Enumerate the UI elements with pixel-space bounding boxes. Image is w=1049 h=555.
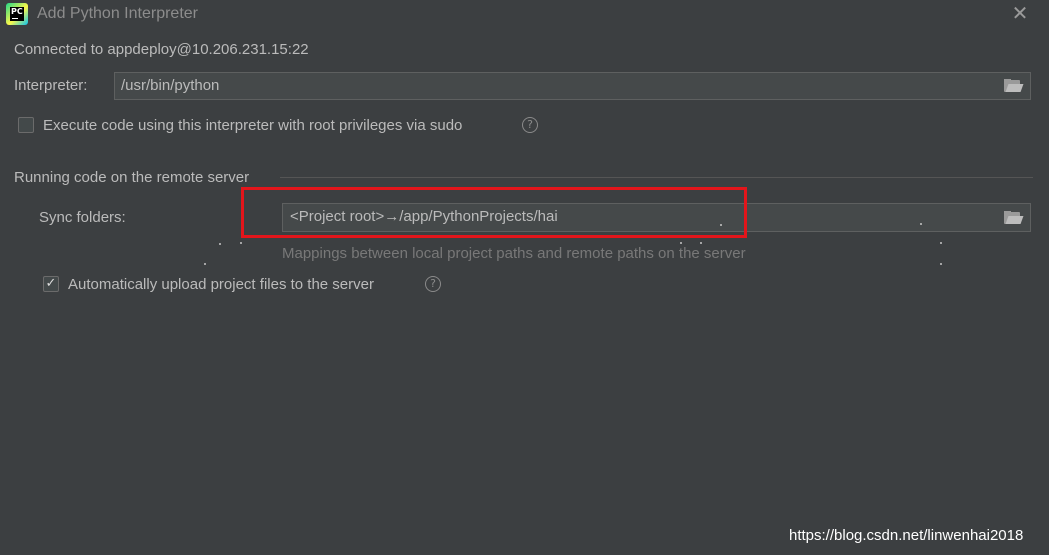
question-circle-icon[interactable]: ? [425,276,441,292]
artifact-dot [720,224,722,226]
close-icon[interactable]: ✕ [1010,2,1030,24]
artifact-dot [700,242,702,244]
section-divider [280,177,1033,178]
pycharm-icon: PC [6,3,28,25]
artifact-dot [240,242,242,244]
connection-text: Connected to appdeploy@10.206.231.15:22 [14,41,309,58]
sudo-label[interactable]: Execute code using this interpreter with… [43,117,462,134]
section-title: Running code on the remote server [14,169,250,186]
artifact-dot [204,263,206,265]
title-bar: PC Add Python Interpreter ✕ [0,0,1049,28]
artifact-dot [219,243,221,245]
folder-open-icon[interactable] [1004,211,1024,225]
artifact-dot [940,263,942,265]
interpreter-label: Interpreter: [14,77,88,94]
artifact-dot [940,242,942,244]
interpreter-field[interactable] [114,72,1031,100]
sudo-checkbox[interactable] [18,117,34,133]
interpreter-value[interactable]: /usr/bin/python [121,77,219,94]
question-circle-icon[interactable]: ? [522,117,538,133]
window-title: Add Python Interpreter [37,5,198,22]
auto-upload-checkbox[interactable]: ✓ [43,276,59,292]
highlight-box [241,187,747,238]
folder-open-icon[interactable] [1004,79,1024,93]
artifact-dot [680,242,682,244]
sync-folders-label: Sync folders: [39,209,126,226]
watermark: https://blog.csdn.net/linwenhai2018 [789,527,1024,544]
app-icon-text: PC [11,7,23,16]
auto-upload-label[interactable]: Automatically upload project files to th… [68,276,374,293]
artifact-dot [920,223,922,225]
sync-folders-hint: Mappings between local project paths and… [282,245,746,262]
